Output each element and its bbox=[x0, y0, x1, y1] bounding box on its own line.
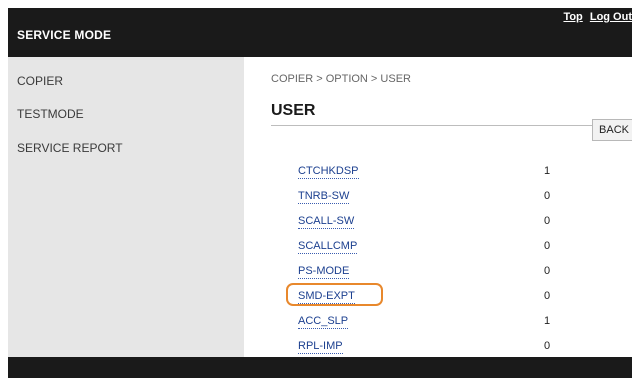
main-content: COPIER > OPTION > USER USER BACK CTCHKDS… bbox=[244, 57, 632, 357]
setting-row-smd-expt: SMD-EXPT 0 bbox=[298, 289, 598, 307]
page-title: USER bbox=[271, 102, 316, 119]
logout-link[interactable]: Log Out bbox=[590, 11, 632, 23]
setting-row-ctchkdsp: CTCHKDSP 1 bbox=[298, 164, 598, 182]
setting-row-acc-slp: ACC_SLP 1 bbox=[298, 314, 598, 332]
setting-link-acc-slp[interactable]: ACC_SLP bbox=[298, 314, 349, 329]
setting-value: 0 bbox=[544, 215, 551, 227]
setting-row-scall-sw: SCALL-SW 0 bbox=[298, 214, 598, 232]
back-button-label: BACK bbox=[599, 124, 629, 136]
setting-value: 0 bbox=[544, 240, 551, 252]
setting-value: 0 bbox=[544, 265, 551, 277]
title-divider bbox=[271, 125, 593, 126]
back-button[interactable]: BACK bbox=[592, 119, 632, 141]
setting-link-ctchkdsp[interactable]: CTCHKDSP bbox=[298, 164, 359, 179]
setting-link-tnrb-sw[interactable]: TNRB-SW bbox=[298, 189, 350, 204]
setting-value: 1 bbox=[544, 165, 551, 177]
setting-link-scall-sw[interactable]: SCALL-SW bbox=[298, 214, 355, 229]
setting-link-smd-expt[interactable]: SMD-EXPT bbox=[298, 289, 355, 304]
setting-link-ps-mode[interactable]: PS-MODE bbox=[298, 264, 350, 279]
bottom-bar bbox=[8, 357, 632, 378]
setting-link-rpl-imp[interactable]: RPL-IMP bbox=[298, 339, 343, 354]
setting-value: 1 bbox=[544, 315, 551, 327]
setting-row-rpl-imp: RPL-IMP 0 bbox=[298, 339, 598, 357]
top-link[interactable]: Top bbox=[563, 11, 582, 23]
sidebar-item-service-report[interactable]: SERVICE REPORT bbox=[17, 141, 123, 155]
sidebar: COPIER TESTMODE SERVICE REPORT bbox=[8, 57, 244, 357]
setting-row-scallcmp: SCALLCMP 0 bbox=[298, 239, 598, 257]
setting-row-ps-mode: PS-MODE 0 bbox=[298, 264, 598, 282]
sidebar-item-copier[interactable]: COPIER bbox=[17, 74, 63, 88]
setting-link-scallcmp[interactable]: SCALLCMP bbox=[298, 239, 358, 254]
setting-value: 0 bbox=[544, 190, 551, 202]
sidebar-item-testmode[interactable]: TESTMODE bbox=[17, 107, 84, 121]
setting-row-tnrb-sw: TNRB-SW 0 bbox=[298, 189, 598, 207]
setting-value: 0 bbox=[544, 290, 551, 302]
header-links: Top Log Out bbox=[559, 11, 632, 23]
app-title: SERVICE MODE bbox=[17, 28, 112, 42]
setting-value: 0 bbox=[544, 340, 551, 352]
service-mode-window: Top Log Out SERVICE MODE COPIER TESTMODE… bbox=[8, 8, 632, 378]
breadcrumb: COPIER > OPTION > USER bbox=[271, 73, 411, 85]
top-header-bar: Top Log Out SERVICE MODE bbox=[8, 8, 632, 57]
